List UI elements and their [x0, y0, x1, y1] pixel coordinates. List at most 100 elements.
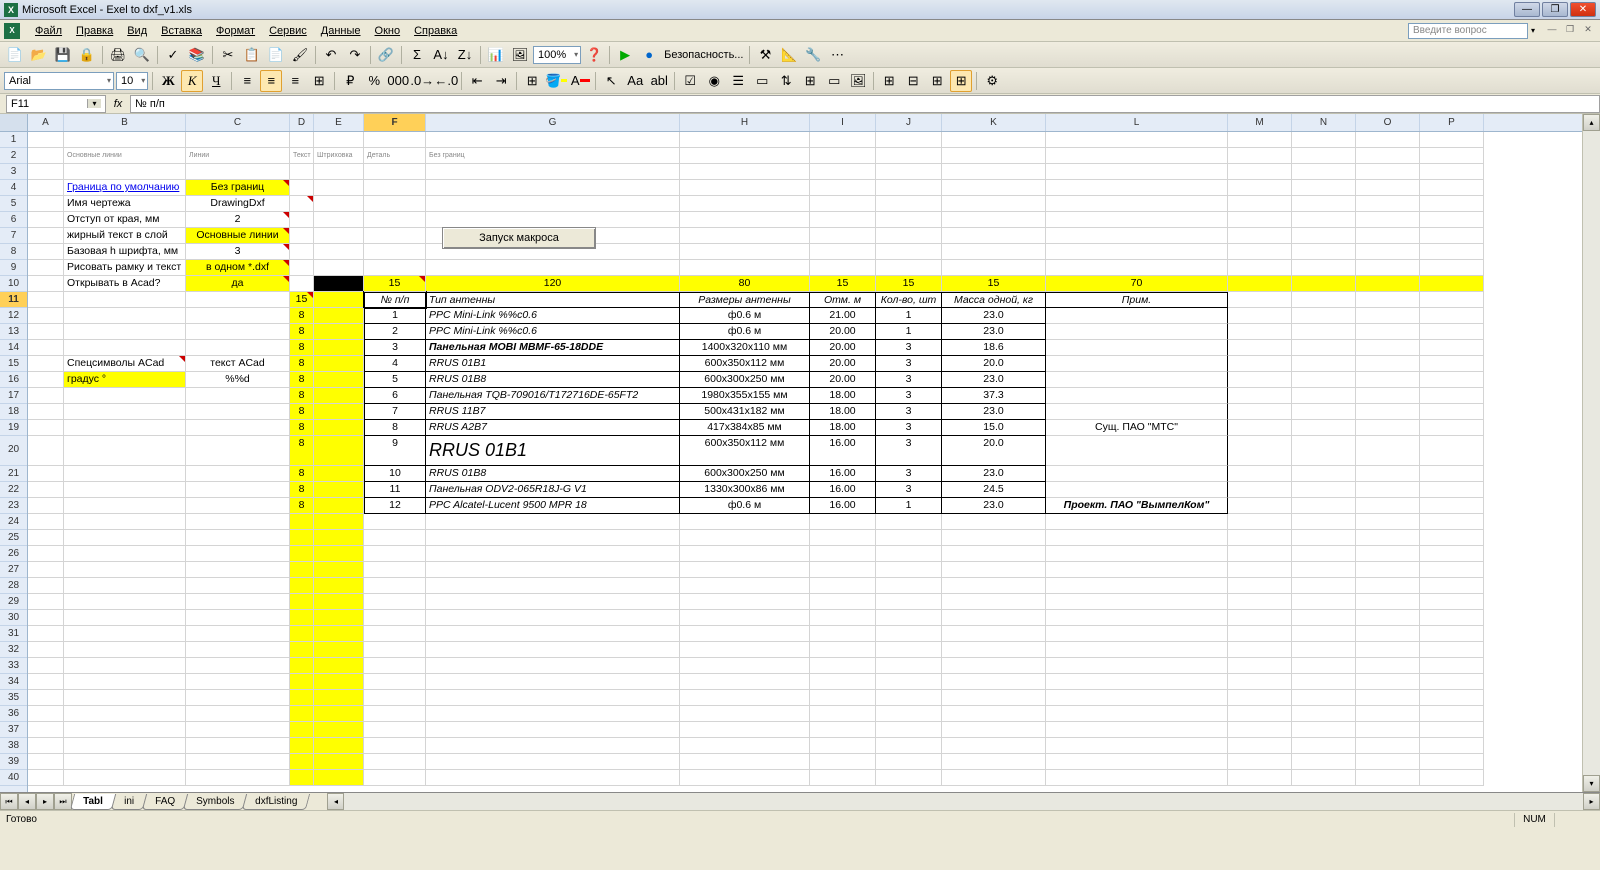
list-icon[interactable]: ☰ [727, 70, 749, 92]
open-icon[interactable]: 📂 [28, 44, 50, 66]
underline-button[interactable]: Ч [205, 70, 227, 92]
col-header-F[interactable]: F [364, 114, 426, 131]
scroll-icon[interactable]: ⊞ [799, 70, 821, 92]
help-search-input[interactable]: Введите вопрос [1408, 23, 1528, 39]
menu-edit[interactable]: Правка [69, 23, 120, 39]
print-icon[interactable]: 🖨 [107, 44, 129, 66]
row-header-12[interactable]: 12 [0, 308, 27, 324]
row-header-4[interactable]: 4 [0, 180, 27, 196]
dec-indent-icon[interactable]: ⇤ [466, 70, 488, 92]
col-header-D[interactable]: D [290, 114, 314, 131]
close-button[interactable]: ✕ [1570, 2, 1596, 17]
col-header-O[interactable]: O [1356, 114, 1420, 131]
row-header-36[interactable]: 36 [0, 706, 27, 722]
row-header-17[interactable]: 17 [0, 388, 27, 404]
fill-color-icon[interactable]: 🪣 [545, 70, 567, 92]
col-header-G[interactable]: G [426, 114, 680, 131]
row-header-3[interactable]: 3 [0, 164, 27, 180]
spin-icon[interactable]: ⇅ [775, 70, 797, 92]
hscroll-track[interactable] [344, 793, 1583, 810]
minimize-button[interactable]: — [1514, 2, 1540, 17]
tab-first-button[interactable]: ⏮ [0, 793, 18, 810]
row-header-20[interactable]: 20 [0, 436, 27, 466]
comma-icon[interactable]: 000 [387, 70, 409, 92]
scroll-left-button[interactable]: ◂ [327, 793, 344, 810]
row-header-9[interactable]: 9 [0, 260, 27, 276]
row-header-35[interactable]: 35 [0, 690, 27, 706]
row-header-22[interactable]: 22 [0, 482, 27, 498]
row-header-39[interactable]: 39 [0, 754, 27, 770]
align-center-icon[interactable]: ≡ [260, 70, 282, 92]
inc-indent-icon[interactable]: ⇥ [490, 70, 512, 92]
grid-body[interactable]: Основные линииЛинииТекстШтриховкаДетальБ… [28, 132, 1582, 786]
percent-icon[interactable]: % [363, 70, 385, 92]
row-header-24[interactable]: 24 [0, 514, 27, 530]
row-header-15[interactable]: 15 [0, 356, 27, 372]
row-header-32[interactable]: 32 [0, 642, 27, 658]
col-header-J[interactable]: J [876, 114, 942, 131]
row-header-16[interactable]: 16 [0, 372, 27, 388]
menu-window[interactable]: Окно [368, 23, 408, 39]
excel-icon[interactable]: X [4, 23, 20, 39]
row-header-34[interactable]: 34 [0, 674, 27, 690]
text-box-icon[interactable]: abl [648, 70, 670, 92]
align-left-icon[interactable]: ≡ [236, 70, 258, 92]
sheet-tab-ini[interactable]: ini [111, 794, 147, 810]
sheet-tab-dxflisting[interactable]: dxfListing [242, 794, 311, 810]
row-header-23[interactable]: 23 [0, 498, 27, 514]
more-controls-icon[interactable]: ⚙ [981, 70, 1003, 92]
col-header-C[interactable]: C [186, 114, 290, 131]
more-icon[interactable]: ⋯ [826, 44, 848, 66]
col-header-E[interactable]: E [314, 114, 364, 131]
research-icon[interactable]: 📚 [186, 44, 208, 66]
checkbox-icon[interactable]: ☑ [679, 70, 701, 92]
name-box[interactable]: F11▾ [6, 95, 106, 113]
row-header-26[interactable]: 26 [0, 546, 27, 562]
row-header-14[interactable]: 14 [0, 340, 27, 356]
row-header-7[interactable]: 7 [0, 228, 27, 244]
row-header-6[interactable]: 6 [0, 212, 27, 228]
row-header-28[interactable]: 28 [0, 578, 27, 594]
col-header-L[interactable]: L [1046, 114, 1228, 131]
permission-icon[interactable]: 🔒 [76, 44, 98, 66]
help-icon[interactable]: ❓ [583, 44, 605, 66]
preview-icon[interactable]: 🔍 [131, 44, 153, 66]
menu-tools[interactable]: Сервис [262, 23, 314, 39]
select-all-corner[interactable] [0, 114, 27, 132]
scroll-up-button[interactable]: ▴ [1583, 114, 1600, 131]
row-header-30[interactable]: 30 [0, 610, 27, 626]
scroll-down-button[interactable]: ▾ [1583, 775, 1600, 792]
doc-restore-button[interactable]: ❐ [1562, 24, 1578, 38]
row-header-10[interactable]: 10 [0, 276, 27, 292]
row-header-27[interactable]: 27 [0, 562, 27, 578]
col-header-H[interactable]: H [680, 114, 810, 131]
image-icon[interactable]: 🖼 [847, 70, 869, 92]
option-icon[interactable]: ◉ [703, 70, 725, 92]
sheet-tab-symbols[interactable]: Symbols [183, 794, 248, 810]
col-header-N[interactable]: N [1292, 114, 1356, 131]
vb-run-icon[interactable]: ▶ [614, 44, 636, 66]
formula-bar[interactable]: № п/п [130, 95, 1600, 113]
properties-icon[interactable]: ⊞ [950, 70, 972, 92]
design-icon[interactable]: 📐 [778, 44, 800, 66]
menu-insert[interactable]: Вставка [154, 23, 209, 39]
merge-icon[interactable]: ⊞ [308, 70, 330, 92]
fx-icon[interactable]: fx [106, 98, 130, 110]
autosum-icon[interactable]: Σ [406, 44, 428, 66]
maximize-button[interactable]: ❐ [1542, 2, 1568, 17]
tab-next-button[interactable]: ▸ [36, 793, 54, 810]
menu-format[interactable]: Формат [209, 23, 262, 39]
doc-close-button[interactable]: ✕ [1580, 24, 1596, 38]
row-header-31[interactable]: 31 [0, 626, 27, 642]
controls-icon[interactable]: 🔧 [802, 44, 824, 66]
row-header-21[interactable]: 21 [0, 466, 27, 482]
format-painter-icon[interactable]: 🖌 [289, 44, 311, 66]
inc-decimal-icon[interactable]: .0→ [411, 70, 433, 92]
currency-icon[interactable]: ₽ [339, 70, 361, 92]
row-header-29[interactable]: 29 [0, 594, 27, 610]
vba-icon[interactable]: ⚒ [754, 44, 776, 66]
draw-tool-icon[interactable]: ↖ [600, 70, 622, 92]
tab-prev-button[interactable]: ◂ [18, 793, 36, 810]
sheet-tab-tabl[interactable]: Tabl [70, 794, 116, 810]
col-header-I[interactable]: I [810, 114, 876, 131]
